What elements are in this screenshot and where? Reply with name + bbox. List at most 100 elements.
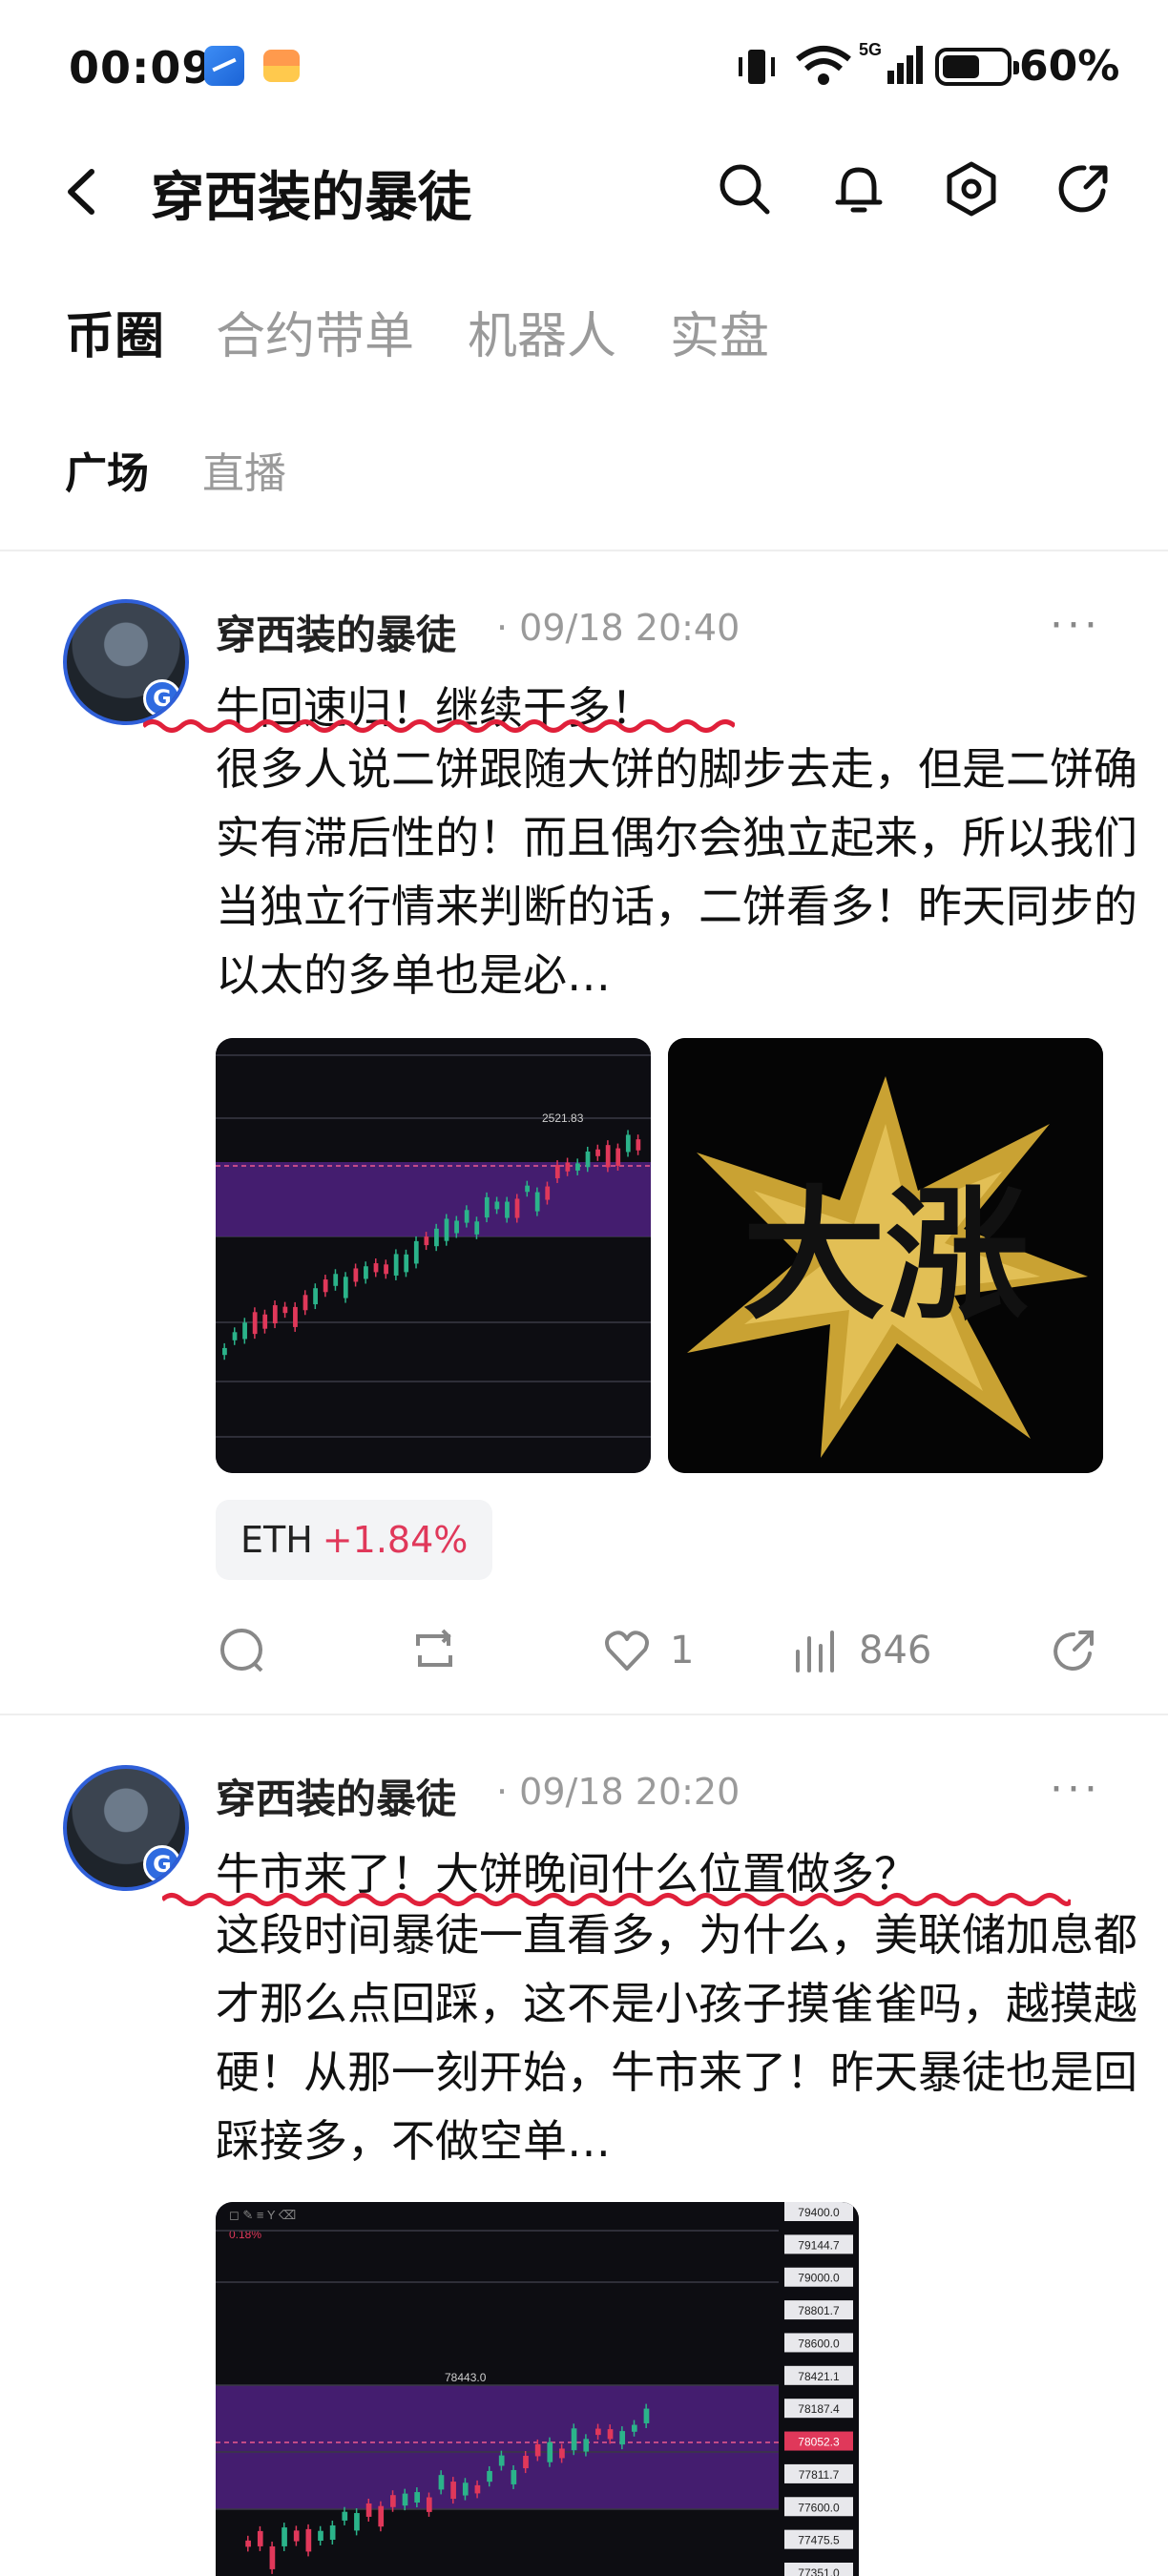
candle: [365, 2503, 372, 2517]
price-axis-label: 78187.4: [798, 2402, 840, 2416]
candle: [353, 1268, 359, 1282]
candle: [474, 2484, 481, 2494]
candle: [514, 1198, 520, 1218]
candle: [424, 1236, 429, 1246]
candle: [342, 2511, 348, 2521]
candle: [354, 2513, 360, 2531]
candle: [390, 2495, 396, 2507]
candle: [402, 2493, 408, 2506]
candle: [474, 1221, 480, 1235]
candle: [364, 1266, 368, 1279]
vibrate-icon: [739, 50, 775, 84]
candle: [583, 2439, 590, 2452]
candle: [511, 2469, 517, 2484]
candle: [585, 1151, 591, 1168]
candle: [252, 1312, 258, 1335]
candle: [534, 2443, 541, 2457]
candle: [494, 1201, 500, 1210]
post-actions: 1 846: [0, 1612, 1168, 1689]
candle: [487, 2470, 492, 2483]
candle: [462, 2483, 469, 2496]
tab-bots[interactable]: 机器人: [468, 296, 616, 367]
candle: [393, 1254, 399, 1276]
candle: [505, 1201, 510, 1218]
more-options-icon[interactable]: ···: [1050, 601, 1101, 650]
candle: [545, 1186, 551, 1200]
comment-icon: [220, 1629, 263, 1672]
candle: [384, 1264, 388, 1275]
candle: [464, 1210, 469, 1223]
wifi-icon: [796, 46, 851, 85]
battery-icon: [935, 48, 1019, 86]
chart-toolbar-icon: ◻ ✎ ≡ Y ⌫: [229, 2208, 296, 2222]
post-time-value: 09/18 20:20: [519, 1771, 740, 1813]
candle: [262, 1314, 268, 1329]
candle: [643, 2408, 650, 2423]
rally-text: 大涨: [742, 1174, 1029, 1340]
candle: [619, 2431, 626, 2445]
candle: [313, 1288, 318, 1305]
candle: [282, 2527, 287, 2546]
candle: [625, 1134, 631, 1153]
post-author[interactable]: 穿西装的暴徒: [216, 603, 456, 661]
post-body[interactable]: 这段时间暴徒一直看多，为什么，美联储加息都才那么点回踩，这不是小孩子摸雀雀吗，越…: [216, 1901, 1168, 2175]
candle: [282, 1306, 288, 1314]
candle: [636, 1139, 641, 1151]
avatar[interactable]: G: [63, 599, 189, 725]
candle: [554, 1165, 560, 1178]
candle: [547, 2441, 553, 2462]
price-axis-label: 79144.7: [798, 2238, 840, 2252]
candle: [484, 1196, 490, 1218]
repost-button[interactable]: [408, 1612, 477, 1689]
candle: [293, 2530, 300, 2542]
candle: [434, 1228, 439, 1247]
candle: [444, 1218, 449, 1241]
share-post-button[interactable]: [1048, 1612, 1116, 1689]
candle: [404, 1254, 409, 1273]
views-button[interactable]: 846: [790, 1612, 931, 1689]
back-arrow-icon[interactable]: [53, 158, 111, 225]
chart-pct-label: 0.18%: [229, 2228, 261, 2241]
price-axis-label: 78421.1: [798, 2370, 840, 2383]
search-icon[interactable]: [714, 158, 775, 219]
heart-icon: [605, 1631, 649, 1671]
bell-icon[interactable]: [828, 158, 889, 219]
price-axis-label: 78801.7: [798, 2304, 840, 2317]
category-tabs: 币圈 合约带单 机器人 实盘: [0, 296, 1168, 382]
repost-icon: [416, 1629, 452, 1667]
tab-live-accounts[interactable]: 实盘: [670, 296, 769, 367]
tab-copy-trading[interactable]: 合约带单: [216, 296, 414, 367]
btc-candlestick-chart: ◻ ✎ ≡ Y ⌫ 0.18% 78443.0 79400.0 79144.7 79…: [216, 2202, 859, 2576]
share-icon: [1053, 1631, 1094, 1671]
candle: [498, 2455, 505, 2466]
post-time: · 09/18 20:40: [496, 607, 740, 649]
verified-badge-icon: G: [143, 1845, 181, 1883]
tab-crypto[interactable]: 币圈: [65, 296, 164, 367]
candle: [373, 1263, 379, 1273]
comment-button[interactable]: [216, 1612, 284, 1689]
share-icon[interactable]: [1053, 158, 1115, 219]
candle: [615, 1148, 621, 1166]
candle: [293, 1306, 298, 1327]
avatar[interactable]: G: [63, 1765, 189, 1891]
more-options-icon[interactable]: ···: [1050, 1765, 1101, 1814]
settings-hexagon-icon[interactable]: [941, 158, 1002, 219]
post-author[interactable]: 穿西装的暴徒: [216, 1767, 456, 1825]
price-axis-label: 79000.0: [798, 2272, 840, 2285]
candle: [269, 2545, 276, 2569]
divider: [0, 550, 1168, 551]
app-notification-icon: [204, 46, 244, 86]
chart-image[interactable]: ◻ ✎ ≡ Y ⌫ 0.18% 78443.0 79400.0 79144.7 79…: [216, 2202, 859, 2576]
coin-change: +1.84%: [322, 1519, 469, 1561]
price-axis-label: 77475.5: [798, 2534, 840, 2547]
like-button[interactable]: 1: [601, 1612, 694, 1689]
subtab-live[interactable]: 直播: [202, 439, 286, 500]
subtab-square[interactable]: 广场: [65, 439, 149, 500]
candle: [534, 1192, 540, 1212]
candle: [523, 2456, 529, 2469]
candle: [323, 1279, 328, 1293]
post-body[interactable]: 很多人说二饼跟随大饼的脚步去走，但是二饼确实有滞后性的！而且偶尔会独立起来，所以…: [216, 735, 1168, 1009]
rally-image[interactable]: 大涨: [668, 1038, 1103, 1473]
coin-tag[interactable]: ETH +1.84%: [216, 1500, 493, 1580]
chart-image[interactable]: 2521.83: [216, 1038, 651, 1473]
